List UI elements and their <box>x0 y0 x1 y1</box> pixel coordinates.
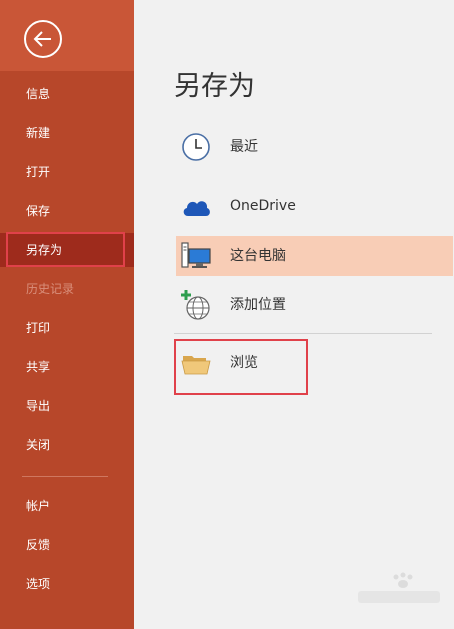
save-as-panel: 另存为 最近 OneDrive 这台电脑 添加位置 浏览 <box>134 0 454 629</box>
nav-options[interactable]: 选项 <box>0 567 134 601</box>
watermark-logo <box>358 572 440 603</box>
sidebar-divider <box>22 476 108 477</box>
location-divider <box>174 333 432 334</box>
location-label: 添加位置 <box>230 297 286 313</box>
nav-close[interactable]: 关闭 <box>0 428 134 462</box>
location-label: 最近 <box>230 139 258 155</box>
nav-history: 历史记录 <box>26 282 75 296</box>
back-button[interactable] <box>24 20 62 58</box>
folder-icon <box>181 356 211 375</box>
back-area <box>0 0 134 71</box>
cloud-icon <box>183 201 210 216</box>
location-add-place[interactable]: 添加位置 <box>176 285 453 325</box>
nav-account[interactable]: 帐户 <box>0 489 134 523</box>
location-recent[interactable]: 最近 <box>176 127 453 167</box>
nav-save[interactable]: 保存 <box>0 194 134 228</box>
clock-icon <box>182 133 210 161</box>
add-globe-icon <box>181 290 210 320</box>
location-label: OneDrive <box>230 198 296 214</box>
location-browse[interactable]: 浏览 <box>176 343 453 383</box>
arrow-left-icon <box>33 31 51 47</box>
location-label: 浏览 <box>230 355 258 371</box>
nav-save-as[interactable]: 另存为 <box>0 233 134 267</box>
nav-open[interactable]: 打开 <box>0 155 134 189</box>
nav-print[interactable]: 打印 <box>0 311 134 345</box>
location-label: 这台电脑 <box>230 248 286 264</box>
location-onedrive[interactable]: OneDrive <box>176 186 453 226</box>
nav-new[interactable]: 新建 <box>0 116 134 150</box>
location-this-pc[interactable]: 这台电脑 <box>176 236 453 276</box>
nav-export[interactable]: 导出 <box>0 389 134 423</box>
nav-share[interactable]: 共享 <box>0 350 134 384</box>
nav-info[interactable]: 信息 <box>0 77 134 111</box>
computer-icon <box>181 242 211 268</box>
page-title: 另存为 <box>174 71 255 102</box>
backstage-sidebar: 信息 新建 打开 保存 另存为 历史记录 打印 共享 导出 关闭 帐户 反馈 选… <box>0 0 134 629</box>
nav-feedback[interactable]: 反馈 <box>0 528 134 562</box>
